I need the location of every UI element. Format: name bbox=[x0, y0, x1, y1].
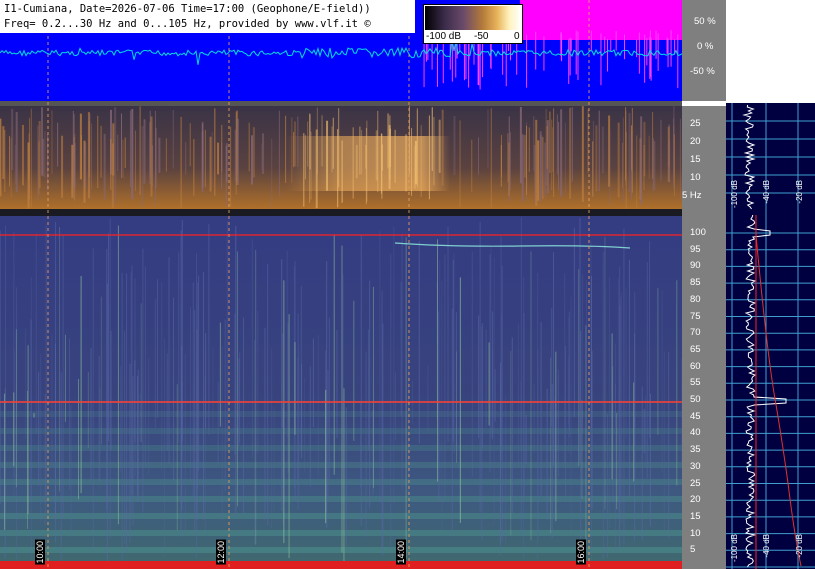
amp-label-0: 0 % bbox=[697, 41, 714, 52]
hf-label: 90 bbox=[690, 260, 701, 272]
hf-label: 95 bbox=[690, 243, 701, 255]
lf-label-20: 20 bbox=[690, 136, 701, 147]
time-marker-1200: 12:00 bbox=[216, 540, 226, 565]
hf-label: 10 bbox=[690, 527, 701, 539]
hf-label: 65 bbox=[690, 343, 701, 355]
lf-label-10: 10 bbox=[690, 172, 701, 183]
side-top-label-1: -100 dB bbox=[730, 180, 739, 209]
time-marker-lines bbox=[47, 0, 590, 569]
hf-label: 5 bbox=[690, 544, 696, 556]
side-spectrum bbox=[726, 103, 815, 569]
side-bottom-label-3: -20 dB bbox=[795, 534, 804, 558]
side-top-label-2: -40 dB bbox=[762, 180, 771, 204]
colorbar-min-label: -100 dB bbox=[426, 31, 462, 42]
hf-label: 55 bbox=[690, 377, 701, 389]
colorbar-max-label: 0 bbox=[514, 31, 520, 42]
time-marker-1600: 16:00 bbox=[576, 540, 586, 565]
hf-label: 45 bbox=[690, 410, 701, 422]
side-top-label-3: -20 dB bbox=[795, 180, 804, 204]
hf-label: 40 bbox=[690, 427, 701, 439]
hf-label: 15 bbox=[690, 510, 701, 522]
header-line-2: Freq= 0.2...30 Hz and 0...105 Hz, provid… bbox=[4, 18, 371, 30]
lf-label-5: 5 Hz bbox=[682, 190, 702, 201]
hf-label: 75 bbox=[690, 310, 701, 322]
time-marker-1000: 10:00 bbox=[35, 540, 45, 565]
hf-label: 30 bbox=[690, 460, 701, 472]
axis-column bbox=[682, 0, 726, 569]
time-marker-1400: 14:00 bbox=[396, 540, 406, 565]
amp-label-neg50: -50 % bbox=[690, 66, 715, 77]
amp-label-50: 50 % bbox=[694, 16, 716, 27]
hf-label: 50 bbox=[690, 394, 701, 405]
hf-label: 60 bbox=[690, 360, 701, 372]
colorbar: -100 dB -50 0 bbox=[423, 4, 523, 44]
hf-label: 80 bbox=[690, 293, 701, 305]
side-bottom-label-1: -100 dB bbox=[730, 534, 739, 563]
side-bottom-label-2: -40 dB bbox=[762, 534, 771, 558]
lf-label-25: 25 bbox=[690, 118, 701, 129]
header-line-1: I1-Cumiana, Date=2026-07-06 Time=17:00 (… bbox=[4, 3, 371, 15]
hf-label: 35 bbox=[690, 444, 701, 456]
hf-label: 100 bbox=[690, 227, 706, 238]
colorbar-gradient bbox=[425, 6, 521, 30]
hf-label: 70 bbox=[690, 327, 701, 339]
hf-label: 85 bbox=[690, 277, 701, 289]
hf-label: 20 bbox=[690, 494, 701, 506]
colorbar-mid-label: -50 bbox=[474, 31, 489, 42]
hf-label: 25 bbox=[690, 477, 701, 489]
header-info: I1-Cumiana, Date=2026-07-06 Time=17:00 (… bbox=[0, 0, 415, 33]
lf-label-15: 15 bbox=[690, 154, 701, 165]
